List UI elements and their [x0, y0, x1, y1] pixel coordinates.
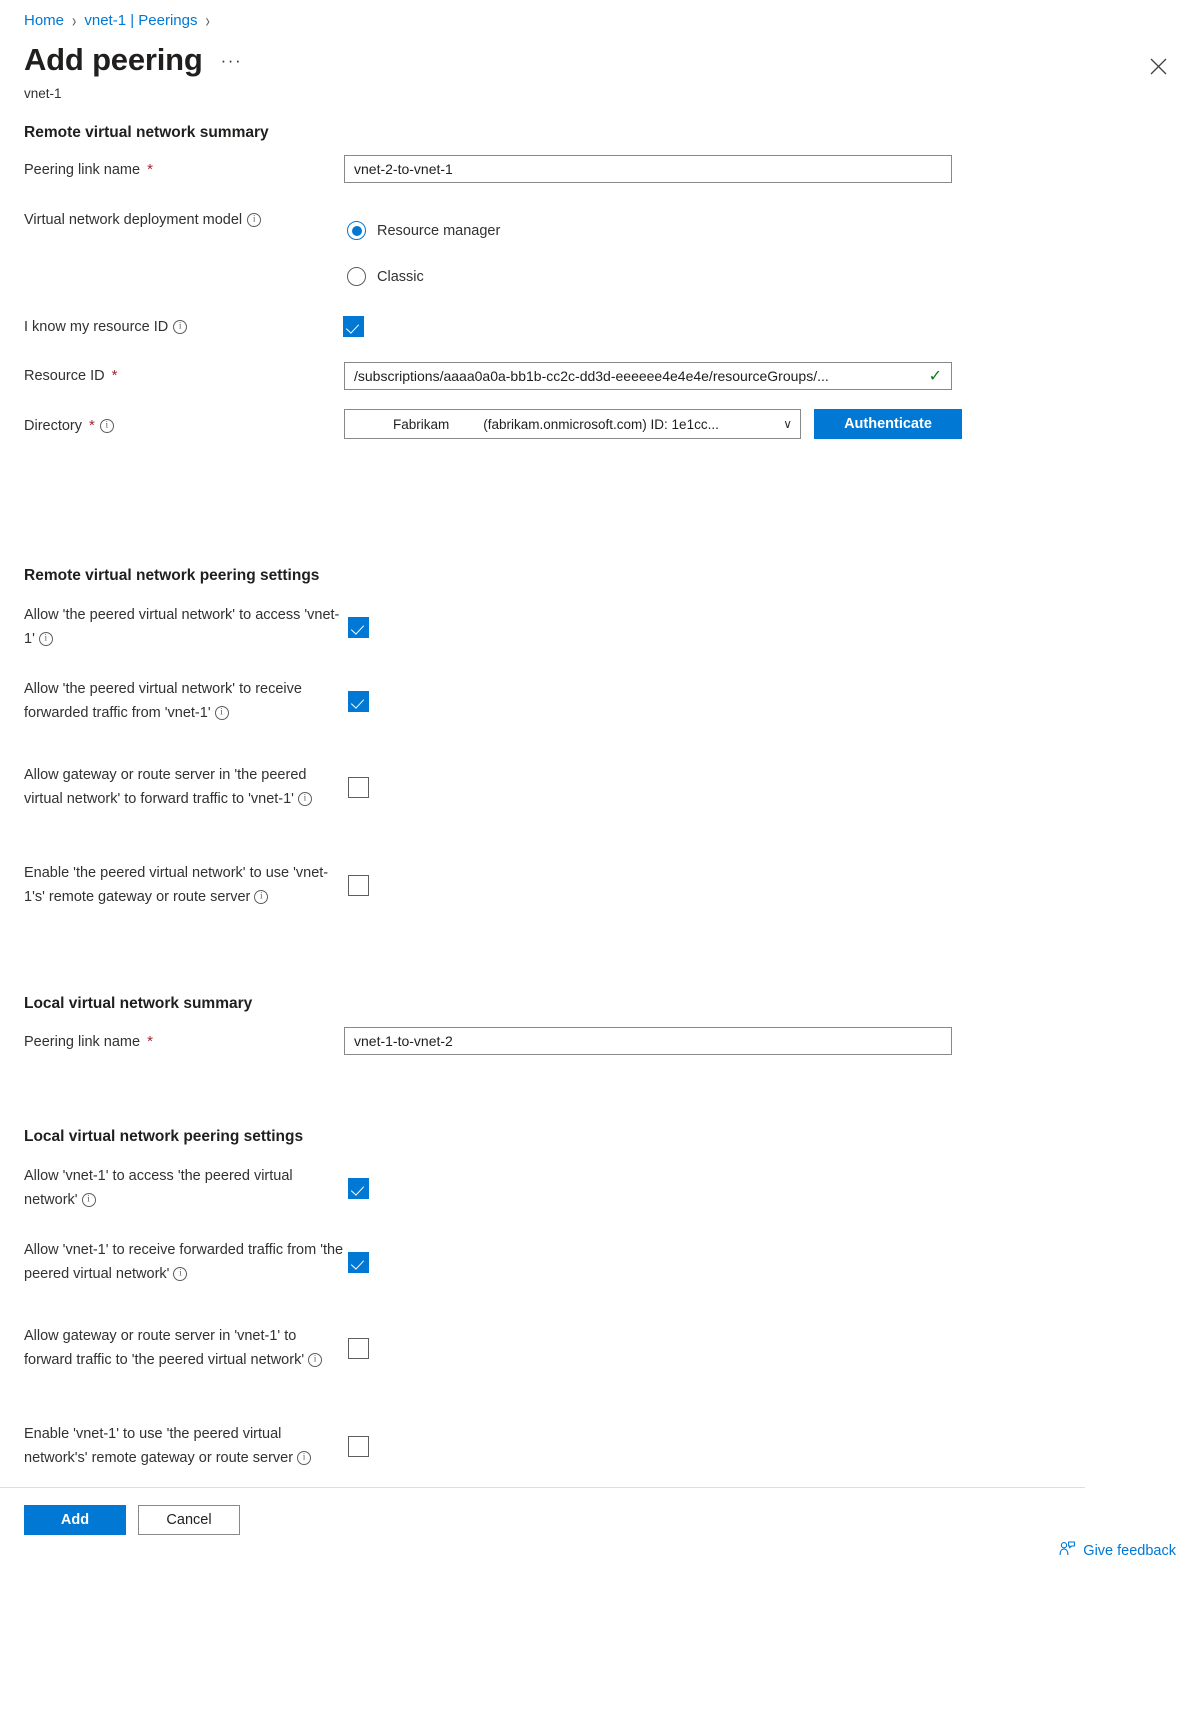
remote-peering-link-name-input[interactable]: vnet-2-to-vnet-1	[344, 155, 952, 183]
remote-peering-link-name-label: Peering link name *	[24, 158, 153, 182]
more-options-button[interactable]: ···	[221, 51, 242, 75]
remote-setting-use-remote-gateway-label: Enable 'the peered virtual network' to u…	[24, 861, 346, 910]
directory-label: Directory *	[24, 414, 114, 438]
info-icon[interactable]	[173, 1267, 188, 1282]
info-icon[interactable]	[38, 632, 53, 647]
footer-actions: Add Cancel	[24, 1505, 240, 1535]
resource-id-input[interactable]: /subscriptions/aaaa0a0a-bb1b-cc2c-dd3d-e…	[344, 362, 952, 390]
deployment-model-row: Virtual network deployment model	[24, 208, 262, 232]
remote-peering-link-name-value: vnet-2-to-vnet-1	[354, 161, 453, 177]
info-icon[interactable]	[99, 419, 114, 433]
local-peering-link-name-input[interactable]: vnet-1-to-vnet-2	[344, 1027, 952, 1055]
remote-setting-gateway-forward-label: Allow gateway or route server in 'the pe…	[24, 763, 346, 812]
local-setting-use-remote-gateway: Enable 'vnet-1' to use 'the peered virtu…	[24, 1409, 369, 1483]
give-feedback-label: Give feedback	[1083, 1542, 1176, 1559]
resource-id-value: /subscriptions/aaaa0a0a-bb1b-cc2c-dd3d-e…	[354, 368, 829, 384]
page-title-row: Add peering ···	[24, 44, 242, 75]
resource-id-label: Resource ID *	[24, 364, 117, 388]
know-resource-id-checkbox[interactable]	[343, 316, 364, 337]
local-setting-use-remote-gateway-checkbox[interactable]	[348, 1435, 369, 1457]
local-setting-use-remote-gateway-label: Enable 'vnet-1' to use 'the peered virtu…	[24, 1422, 346, 1471]
remote-setting-use-remote-gateway: Enable 'the peered virtual network' to u…	[24, 848, 369, 922]
breadcrumb-separator-icon: ›	[72, 9, 77, 32]
info-icon[interactable]	[173, 320, 188, 334]
remote-settings-heading: Remote virtual network peering settings	[24, 567, 320, 584]
page-subtitle: vnet-1	[24, 86, 62, 101]
footer-divider	[0, 1487, 1085, 1488]
info-icon[interactable]	[254, 890, 269, 905]
info-icon[interactable]	[214, 706, 229, 721]
radio-resource-manager-label: Resource manager	[377, 222, 501, 239]
directory-selected-detail: (fabrikam.onmicrosoft.com) ID: 1e1cc...	[483, 416, 719, 432]
remote-setting-use-remote-gateway-checkbox[interactable]	[348, 874, 369, 896]
info-icon[interactable]	[81, 1193, 96, 1208]
local-setting-forwarded-traffic-checkbox[interactable]	[348, 1251, 369, 1273]
local-setting-gateway-forward-checkbox[interactable]	[348, 1337, 369, 1359]
deployment-model-label: Virtual network deployment model	[24, 208, 262, 232]
required-marker: *	[147, 1033, 153, 1050]
page-title: Add peering	[24, 42, 203, 77]
local-peering-link-name-value: vnet-1-to-vnet-2	[354, 1033, 453, 1049]
resource-id-row: Resource ID *	[24, 364, 117, 388]
local-peering-link-name-row: Peering link name *	[24, 1030, 153, 1054]
cancel-button[interactable]: Cancel	[138, 1505, 240, 1535]
local-settings-heading: Local virtual network peering settings	[24, 1128, 304, 1145]
remote-setting-gateway-forward: Allow gateway or route server in 'the pe…	[24, 750, 369, 824]
remote-peering-link-name-row: Peering link name *	[24, 158, 153, 182]
radio-classic-label: Classic	[377, 268, 424, 285]
remote-setting-forwarded-traffic: Allow 'the peered virtual network' to re…	[24, 676, 369, 726]
person-feedback-icon	[1059, 1541, 1076, 1560]
required-marker: *	[147, 161, 153, 178]
add-peering-blade: Home › vnet-1 | Peerings › Add peering ·…	[0, 0, 1200, 1720]
directory-row: Directory *	[24, 414, 114, 438]
chevron-down-icon: ∨	[783, 417, 792, 431]
local-setting-allow-access-label: Allow 'vnet-1' to access 'the peered vir…	[24, 1164, 346, 1213]
close-icon[interactable]	[1144, 52, 1172, 80]
remote-summary-heading: Remote virtual network summary	[24, 124, 269, 141]
local-setting-gateway-forward: Allow gateway or route server in 'vnet-1…	[24, 1311, 369, 1385]
local-setting-allow-access: Allow 'vnet-1' to access 'the peered vir…	[24, 1163, 369, 1213]
breadcrumb: Home › vnet-1 | Peerings ›	[24, 9, 210, 32]
info-icon[interactable]	[297, 1451, 312, 1466]
give-feedback-link[interactable]: Give feedback	[1059, 1541, 1176, 1560]
breadcrumb-item-home[interactable]: Home	[24, 12, 64, 29]
radio-indicator-icon	[347, 267, 366, 286]
radio-classic[interactable]: Classic	[347, 267, 424, 286]
local-summary-heading: Local virtual network summary	[24, 995, 253, 1012]
remote-setting-allow-access: Allow 'the peered virtual network' to ac…	[24, 602, 369, 652]
required-marker: *	[111, 367, 118, 384]
remote-setting-forwarded-traffic-checkbox[interactable]	[348, 690, 369, 712]
remote-setting-gateway-forward-checkbox[interactable]	[348, 776, 369, 798]
radio-indicator-icon	[347, 221, 366, 240]
required-marker: *	[89, 417, 95, 434]
remote-setting-allow-access-label: Allow 'the peered virtual network' to ac…	[24, 603, 346, 652]
remote-setting-allow-access-checkbox[interactable]	[348, 616, 369, 638]
info-icon[interactable]	[297, 792, 312, 807]
local-setting-forwarded-traffic: Allow 'vnet-1' to receive forwarded traf…	[24, 1237, 369, 1287]
authenticate-button[interactable]: Authenticate	[814, 409, 962, 439]
local-setting-allow-access-checkbox[interactable]	[348, 1177, 369, 1199]
breadcrumb-separator-icon: ›	[205, 9, 210, 32]
remote-setting-forwarded-traffic-label: Allow 'the peered virtual network' to re…	[24, 677, 346, 726]
local-setting-forwarded-traffic-label: Allow 'vnet-1' to receive forwarded traf…	[24, 1238, 346, 1287]
directory-dropdown[interactable]: Fabrikam (fabrikam.onmicrosoft.com) ID: …	[344, 409, 801, 439]
breadcrumb-item-peerings[interactable]: vnet-1 | Peerings	[84, 12, 197, 29]
local-peering-link-name-label: Peering link name *	[24, 1030, 153, 1054]
directory-selected-name: Fabrikam	[393, 416, 450, 432]
info-icon[interactable]	[247, 213, 262, 227]
validation-check-icon: ✓	[928, 368, 942, 385]
radio-resource-manager[interactable]: Resource manager	[347, 221, 500, 240]
info-icon[interactable]	[308, 1353, 323, 1368]
know-resource-id-row: I know my resource ID	[24, 315, 188, 339]
add-button[interactable]: Add	[24, 1505, 126, 1535]
local-setting-gateway-forward-label: Allow gateway or route server in 'vnet-1…	[24, 1324, 346, 1373]
know-resource-id-label: I know my resource ID	[24, 315, 188, 339]
